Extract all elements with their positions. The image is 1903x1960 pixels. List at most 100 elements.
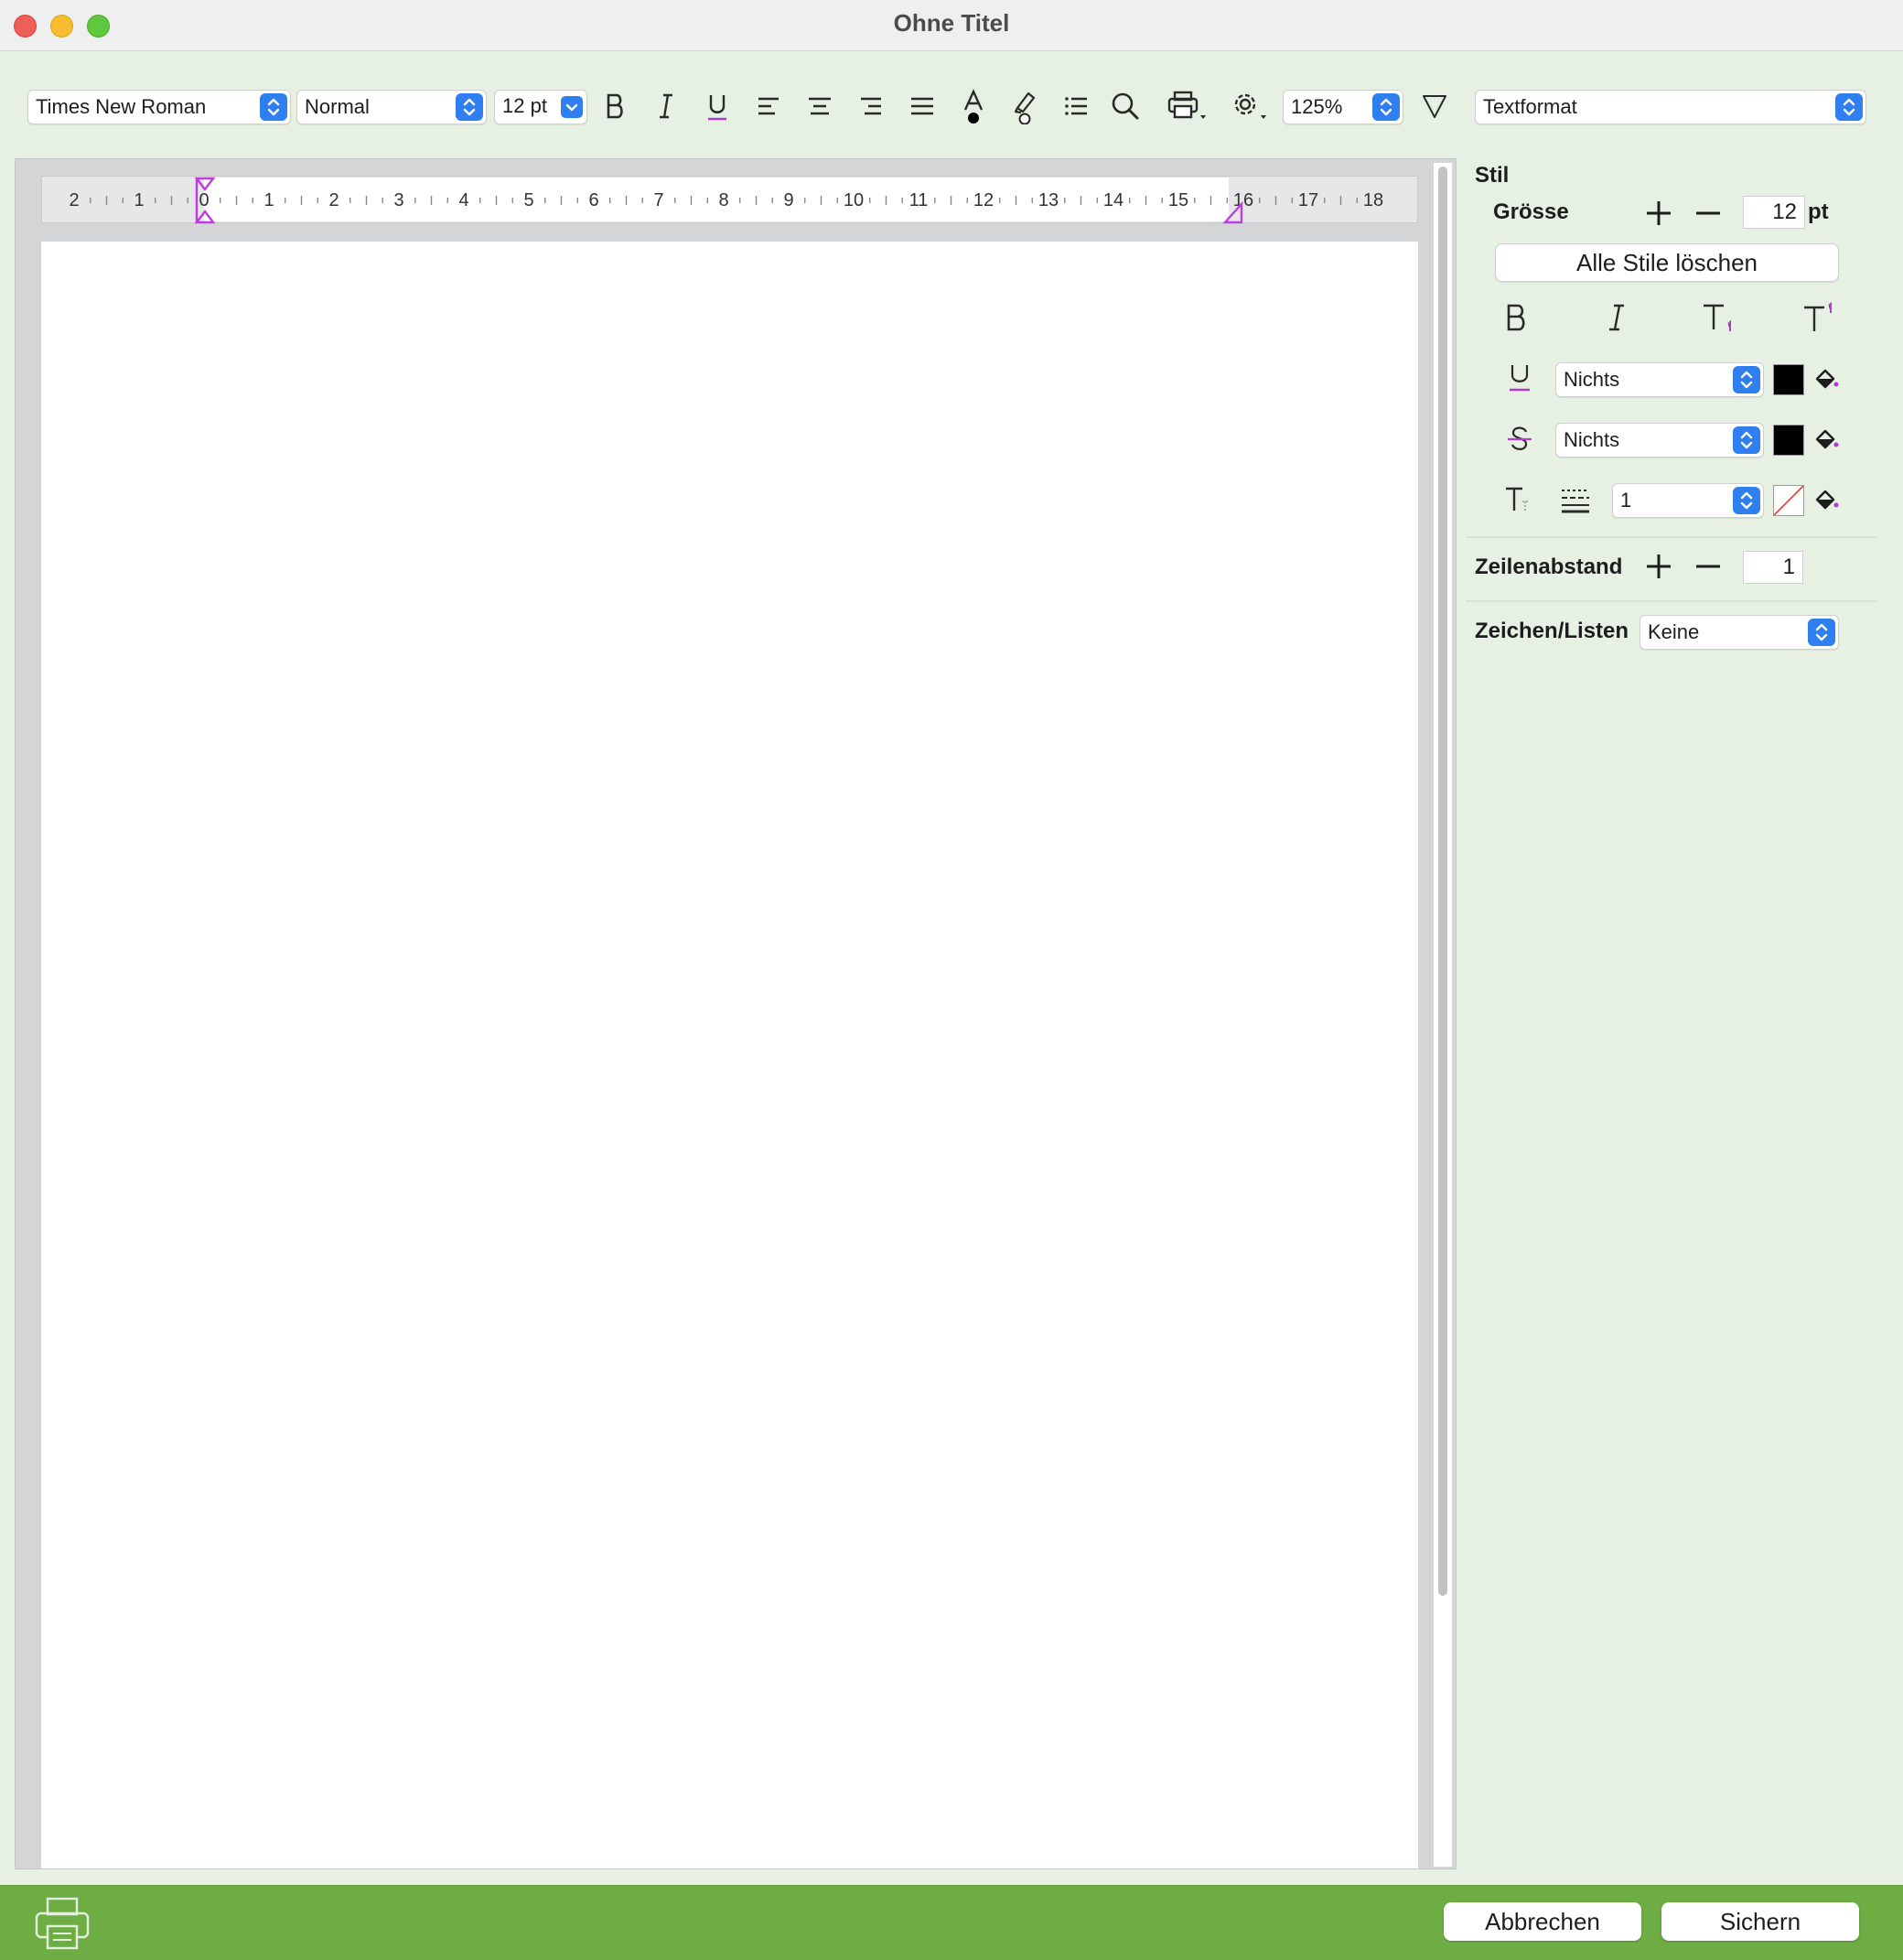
ruler-tick-label: 3 [393,190,403,210]
stepper-icon [456,93,483,121]
print-button[interactable] [1164,86,1211,126]
underline-style-select[interactable]: Nichts [1555,362,1764,397]
paint-bucket-icon [1815,490,1839,510]
chevron-down-icon [561,96,583,118]
stepper-icon [1733,487,1760,514]
strikethrough-style-select[interactable]: Nichts [1555,423,1764,458]
panel-bold-button[interactable] [1500,300,1532,339]
underline-button[interactable] [697,86,737,126]
list-button[interactable] [1056,86,1096,126]
plus-icon [1647,201,1671,225]
line-spacing-decrease-button[interactable] [1693,551,1724,587]
line-style-icon [1559,483,1592,521]
ruler-tick-label: 14 [1103,190,1124,210]
lists-value: Keine [1648,620,1700,643]
style-header: Stil [1475,163,1510,188]
zoom-value: 125% [1291,95,1343,118]
text-color-button[interactable] [953,86,994,126]
italic-icon [660,93,672,119]
plus-icon [1647,555,1671,578]
vertical-scrollbar[interactable] [1434,163,1452,1867]
stepper-icon [1372,93,1400,121]
ruler-tick-label: 2 [328,190,339,210]
lists-select[interactable]: Keine [1640,615,1839,650]
align-right-icon [861,97,881,115]
lists-label: Zeichen/Listen [1475,619,1629,643]
cancel-button[interactable]: Abbrechen [1444,1902,1641,1941]
bold-button[interactable] [595,86,635,126]
underline-color-swatch[interactable] [1773,364,1804,395]
ruler-tick-label: 4 [458,190,468,210]
ruler-tick-label: 11 [909,190,929,210]
search-icon [1112,92,1139,120]
filter-icon [1423,95,1446,118]
stepper-icon [1733,426,1760,454]
ruler-tick-label: 5 [523,190,533,210]
shadow-fill-button[interactable] [1812,485,1841,519]
paragraph-style-select[interactable]: Normal [296,90,487,124]
font-size-value: 12 pt [502,94,547,117]
highlight-button[interactable] [1005,86,1045,126]
ruler-tick-label: 1 [263,190,274,210]
filter-button[interactable] [1414,86,1455,126]
size-input[interactable]: 12 [1743,196,1805,229]
ruler[interactable]: 2 1 0 1 2 3 4 5 6 7 8 9 10 11 12 13 14 15 16 17 18 [41,176,1418,224]
ruler-scale: 2 1 0 1 2 3 4 5 6 7 8 9 10 11 12 13 14 15 16 17 18 [69,177,1383,224]
align-left-icon [758,97,779,115]
ruler-tick-label: 2 [69,190,79,210]
strikethrough-color-swatch[interactable] [1773,425,1804,456]
save-button[interactable]: Sichern [1661,1902,1859,1941]
panel-italic-button[interactable] [1601,300,1632,339]
align-right-button[interactable] [851,86,891,126]
scrollbar-thumb[interactable] [1438,167,1447,1596]
strikethrough-style-value: Nichts [1564,428,1620,451]
bold-icon [607,93,623,119]
clear-styles-button[interactable]: Alle Stile löschen [1495,243,1839,282]
settings-button[interactable] [1226,86,1274,126]
paragraph-style-value: Normal [305,95,370,118]
align-center-icon [809,97,831,115]
stepper-icon [1835,93,1863,121]
justify-button[interactable] [902,86,942,126]
align-left-button[interactable] [748,86,789,126]
underline-style-value: Nichts [1564,368,1620,391]
strikethrough-fill-button[interactable] [1812,425,1841,458]
underline-fill-button[interactable] [1812,364,1841,398]
panel-separator [1466,600,1877,602]
line-spacing-input[interactable]: 1 [1743,551,1803,584]
ruler-tick-label: 15 [1168,190,1188,210]
ruler-tick-label: 0 [199,190,209,210]
baseline-select[interactable]: 1 [1612,483,1764,518]
font-size-select[interactable]: 12 pt [494,90,587,124]
panel-mode-select[interactable]: Textformat [1475,90,1866,124]
line-spacing-increase-button[interactable] [1643,551,1674,587]
ruler-tick-label: 13 [1038,190,1059,210]
size-increase-button[interactable] [1643,198,1674,233]
print-preview-button[interactable] [33,1895,91,1956]
ruler-tick-label: 9 [783,190,793,210]
document-page[interactable] [41,242,1418,1868]
font-family-select[interactable]: Times New Roman [27,90,291,124]
search-button[interactable] [1105,86,1145,126]
ruler-tick-label: 1 [134,190,144,210]
panel-separator [1466,536,1877,538]
align-center-button[interactable] [800,86,840,126]
ruler-tick-label: 17 [1298,190,1318,210]
subscript-button[interactable] [1700,300,1736,339]
minus-icon [1696,565,1720,568]
zoom-select[interactable]: 125% [1283,90,1403,124]
paint-bucket-icon [1815,429,1839,449]
no-color-swatch[interactable] [1773,485,1804,516]
size-decrease-button[interactable] [1693,198,1724,233]
gear-icon [1234,93,1266,119]
italic-button[interactable] [646,86,686,126]
justify-icon [911,97,933,115]
superscript-button[interactable] [1801,300,1837,339]
stepper-icon [260,93,287,121]
text-color-icon [963,89,984,124]
line-spacing-label: Zeilenabstand [1475,555,1623,579]
window-title: Ohne Titel [893,9,1010,37]
font-family-value: Times New Roman [36,95,207,118]
highlight-icon [1014,92,1036,124]
document-frame: 2 1 0 1 2 3 4 5 6 7 8 9 10 11 12 13 14 15 16 17 18 [15,158,1457,1869]
